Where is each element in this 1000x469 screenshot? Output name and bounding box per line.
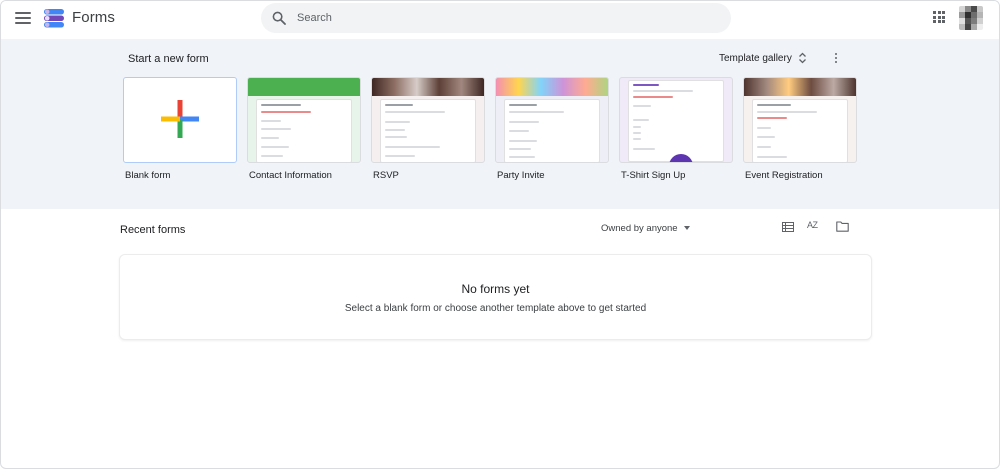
- thumbnail-header-image: [744, 78, 856, 96]
- thumbnail-form-card: [256, 99, 352, 162]
- search-bar[interactable]: [261, 3, 731, 33]
- sort-options-icon[interactable]: AZ: [807, 220, 823, 234]
- template-party-invite[interactable]: Party Invite: [495, 77, 609, 181]
- template-thumbnail[interactable]: [247, 77, 361, 163]
- app-title: Forms: [72, 9, 115, 26]
- thumbnail-header-image: [496, 78, 608, 96]
- template-event-registration[interactable]: Event Registration: [743, 77, 857, 181]
- template-thumbnail[interactable]: [619, 77, 733, 163]
- template-blank-form[interactable]: Blank form: [123, 77, 237, 181]
- unfold-more-icon: [798, 52, 806, 64]
- forms-logo-icon[interactable]: [43, 7, 65, 29]
- plus-icon: [161, 100, 199, 138]
- forms-home-window: Forms Start a new form Template gallery: [0, 0, 1000, 469]
- search-input[interactable]: [297, 8, 717, 28]
- section-title: Start a new form: [128, 53, 209, 65]
- empty-state-card: No forms yet Select a blank form or choo…: [119, 254, 872, 340]
- template-thumbnail[interactable]: [743, 77, 857, 163]
- thumbnail-header-image: [248, 78, 360, 96]
- list-view-icon[interactable]: [782, 222, 794, 232]
- dropdown-arrow-icon: [683, 226, 690, 230]
- template-label: T-Shirt Sign Up: [621, 170, 686, 181]
- sort-icon-text: AZ: [807, 220, 818, 230]
- open-file-picker-folder-icon[interactable]: [836, 221, 849, 232]
- template-thumbnail[interactable]: [495, 77, 609, 163]
- thumbnail-header-image: [372, 78, 484, 96]
- thumbnail-form-card: [504, 99, 600, 162]
- template-label: Party Invite: [497, 170, 545, 181]
- empty-state-title: No forms yet: [461, 282, 530, 296]
- recent-forms-title: Recent forms: [120, 224, 186, 236]
- empty-state-subtitle: Select a blank form or choose another te…: [344, 303, 647, 314]
- thumbnail-form-card: [628, 80, 724, 162]
- account-avatar[interactable]: [959, 6, 983, 30]
- more-options-icon[interactable]: [831, 53, 841, 67]
- owner-filter-dropdown[interactable]: Owned by anyone: [601, 220, 690, 236]
- template-thumbnail[interactable]: [371, 77, 485, 163]
- main-menu-icon[interactable]: [15, 12, 31, 26]
- template-label: Blank form: [125, 170, 171, 181]
- search-icon[interactable]: [272, 11, 286, 25]
- thumbnail-form-card: [380, 99, 476, 162]
- template-thumbnail[interactable]: [123, 77, 237, 163]
- owner-filter-label: Owned by anyone: [601, 222, 678, 234]
- start-new-form-section: Start a new form Template gallery Blank …: [1, 39, 999, 209]
- template-contact-information[interactable]: Contact Information: [247, 77, 361, 181]
- template-gallery-label: Template gallery: [719, 52, 792, 64]
- google-apps-icon[interactable]: [933, 11, 945, 23]
- template-label: Contact Information: [249, 170, 332, 181]
- template-t-shirt-sign-up[interactable]: T-Shirt Sign Up: [619, 77, 733, 181]
- top-app-bar: Forms: [1, 1, 999, 39]
- template-label: Event Registration: [745, 170, 823, 181]
- thumbnail-form-card: [752, 99, 848, 162]
- template-label: RSVP: [373, 170, 399, 181]
- template-gallery-button[interactable]: Template gallery: [713, 47, 813, 69]
- template-rsvp[interactable]: RSVP: [371, 77, 485, 181]
